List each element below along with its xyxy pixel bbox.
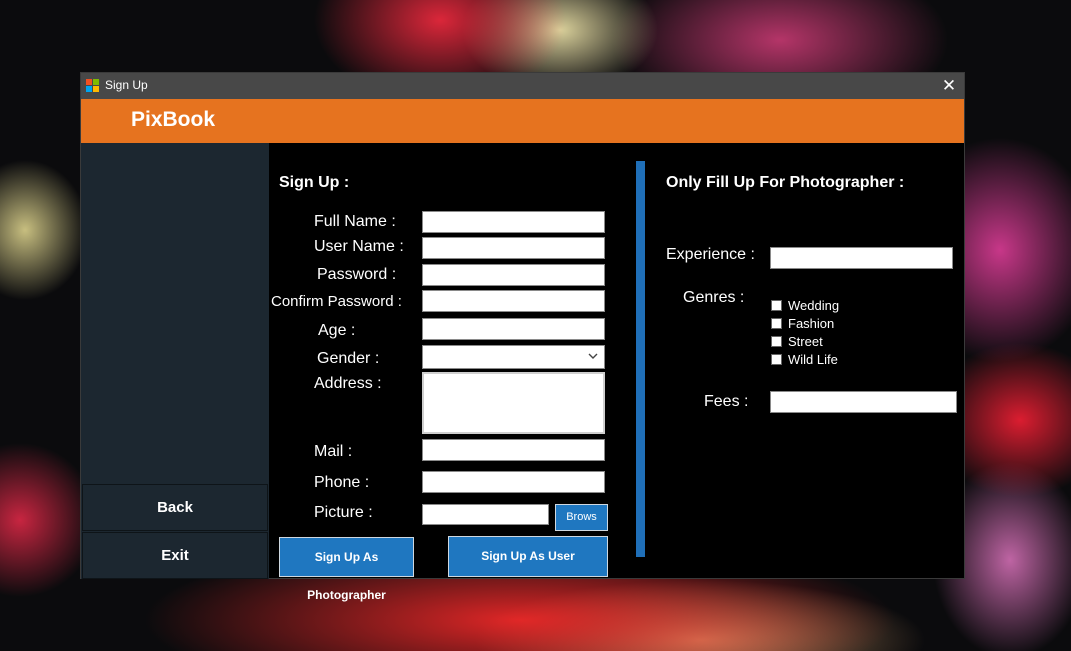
experience-input[interactable]: [770, 247, 953, 269]
header-banner: PixBook: [81, 99, 964, 143]
age-input[interactable]: [422, 318, 605, 340]
user-name-label: User Name :: [314, 238, 404, 255]
genres-label: Genres :: [683, 289, 745, 306]
confirm-password-label: Confirm Password :: [271, 293, 402, 310]
sign-up-user-button[interactable]: Sign Up As User: [448, 536, 608, 577]
wild-life-label: Wild Life: [788, 352, 838, 367]
fees-input[interactable]: [770, 391, 957, 413]
full-name-input[interactable]: [422, 211, 605, 233]
exit-button[interactable]: Exit: [82, 532, 268, 579]
phone-label: Phone :: [314, 474, 370, 491]
fees-label: Fees :: [704, 393, 749, 410]
signup-window: Sign Up ✕ PixBook Back Exit Sign Up : Fu…: [80, 72, 965, 602]
genre-fashion[interactable]: Fashion: [771, 316, 834, 331]
experience-label: Experience :: [666, 246, 755, 263]
user-name-input[interactable]: [422, 237, 605, 259]
title-bar[interactable]: Sign Up ✕: [81, 73, 964, 99]
wedding-label: Wedding: [788, 298, 840, 313]
brand-title: PixBook: [131, 108, 216, 131]
street-label: Street: [788, 334, 823, 349]
genre-wedding[interactable]: Wedding: [771, 298, 839, 313]
genre-wild-life[interactable]: Wild Life: [771, 352, 838, 367]
back-button[interactable]: Back: [82, 484, 268, 531]
mail-input[interactable]: [422, 439, 605, 461]
street-checkbox[interactable]: [771, 336, 782, 347]
fashion-label: Fashion: [788, 316, 835, 331]
window-title: Sign Up: [105, 78, 148, 92]
signup-heading: Sign Up :: [279, 174, 350, 191]
app-icon: [86, 79, 99, 92]
phone-input[interactable]: [422, 471, 605, 493]
mail-label: Mail :: [314, 443, 353, 460]
section-divider: [636, 161, 645, 557]
picture-path-input[interactable]: [422, 504, 549, 525]
photographer-heading: Only Fill Up For Photographer :: [666, 174, 905, 191]
confirm-password-input[interactable]: [422, 290, 605, 312]
gender-label: Gender :: [317, 350, 380, 367]
sidebar: Back Exit: [81, 143, 269, 579]
age-label: Age :: [318, 322, 356, 339]
close-icon[interactable]: ✕: [934, 73, 964, 99]
genre-street[interactable]: Street: [771, 334, 823, 349]
fashion-checkbox[interactable]: [771, 318, 782, 329]
password-label: Password :: [317, 266, 397, 283]
address-label: Address :: [314, 375, 382, 392]
full-name-label: Full Name :: [314, 213, 396, 230]
sign-up-photographer-button[interactable]: Sign Up As Photographer: [279, 537, 414, 602]
chevron-down-icon: [588, 353, 598, 359]
password-input[interactable]: [422, 264, 605, 286]
gender-select[interactable]: [422, 345, 605, 369]
wedding-checkbox[interactable]: [771, 300, 782, 311]
browse-button[interactable]: Brows: [555, 504, 608, 531]
address-textarea[interactable]: [422, 372, 605, 434]
picture-label: Picture :: [314, 504, 373, 521]
wild-life-checkbox[interactable]: [771, 354, 782, 365]
